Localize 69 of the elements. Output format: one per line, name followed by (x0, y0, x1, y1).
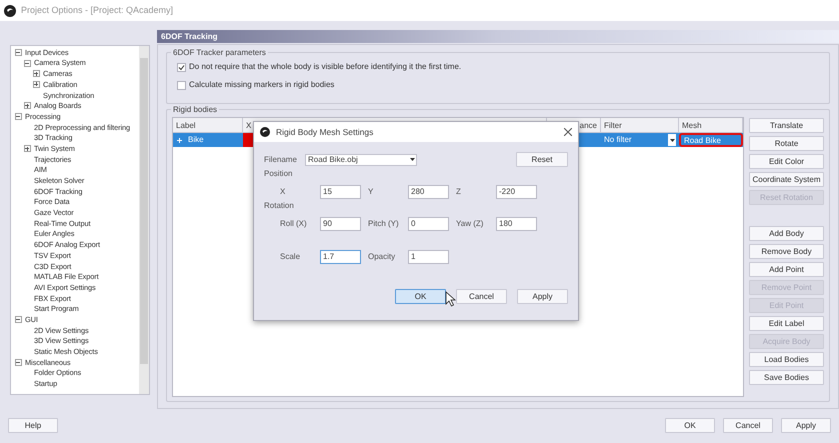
collapse-icon[interactable] (14, 48, 22, 56)
section-label: Position (264, 168, 294, 180)
column-header[interactable]: Mesh (679, 118, 743, 132)
expand-icon[interactable] (32, 80, 40, 88)
checkbox[interactable] (177, 80, 186, 90)
column-header[interactable]: Label (173, 118, 243, 132)
dialog-title: Rigid Body Mesh Settings (276, 126, 374, 138)
window-title: Project Options - [Project: QAcademy] (21, 4, 174, 17)
scrollbar[interactable] (139, 46, 149, 394)
dropdown[interactable]: No filter (601, 133, 679, 147)
expand-icon[interactable] (32, 70, 40, 78)
button[interactable]: Load Bodies (749, 352, 824, 367)
button[interactable]: Cancel (456, 289, 507, 304)
button[interactable]: Apply (781, 418, 831, 433)
collapse-icon[interactable] (24, 60, 30, 67)
cursor-icon (445, 291, 456, 307)
caret-icon (410, 158, 414, 161)
page-header: 6DOF Tracking (157, 30, 839, 43)
checkbox[interactable] (177, 62, 186, 72)
button[interactable]: Remove Body (749, 244, 824, 259)
button[interactable]: Reset (516, 152, 568, 167)
button[interactable]: Save Bodies (749, 370, 824, 385)
collapse-icon[interactable] (14, 316, 22, 324)
column-header[interactable]: Filter (601, 118, 679, 132)
expand-icon[interactable] (24, 102, 30, 110)
text-field[interactable]: 1.7 (320, 250, 361, 264)
field-label: X (280, 186, 286, 198)
app-logo-icon (260, 127, 270, 137)
button[interactable]: Edit Label (749, 316, 824, 331)
field-label: Pitch (Y) (368, 218, 400, 230)
button[interactable]: OK (395, 289, 446, 304)
button[interactable]: Add Body (749, 226, 824, 241)
button[interactable]: Translate (749, 118, 824, 133)
button[interactable]: Coordinate System (749, 172, 824, 187)
text-field[interactable]: 180 (496, 217, 537, 231)
group-title: Rigid bodies (171, 104, 220, 116)
button[interactable]: Rotate (749, 136, 824, 151)
caret-icon (670, 138, 674, 142)
section-label: Rotation (264, 200, 295, 212)
button[interactable]: OK (665, 418, 715, 433)
dropdown[interactable]: Road Bike.obj (305, 154, 417, 166)
close-icon[interactable] (564, 128, 572, 136)
collapse-icon[interactable] (14, 358, 22, 366)
text-field[interactable]: 280 (408, 185, 449, 199)
text-field[interactable]: 15 (320, 185, 361, 199)
table-cell: Road Bike (679, 133, 743, 147)
collapse-icon[interactable] (14, 112, 22, 120)
field-label: Scale (280, 251, 302, 263)
button[interactable]: Cancel (723, 418, 773, 433)
checkbox-label: Calculate missing markers in rigid bodies (189, 79, 334, 91)
button[interactable]: Help (8, 418, 58, 433)
field-label: Yaw (Z) (456, 218, 484, 230)
text-field[interactable]: 0 (408, 217, 449, 231)
expand-icon[interactable] (24, 145, 30, 152)
text-field[interactable]: -220 (496, 185, 537, 199)
button[interactable]: Apply (517, 289, 568, 304)
button[interactable]: Add Point (749, 262, 824, 277)
text-field[interactable]: 1 (408, 250, 449, 264)
field-label: Y (368, 186, 374, 198)
group-title: 6DOF Tracker parameters (171, 47, 268, 59)
app-logo-icon (4, 4, 16, 16)
field-label: Roll (X) (280, 218, 308, 230)
field-label: Opacity (368, 251, 396, 263)
checkbox-label: Do not require that the whole body is visible before identifying it the first time. (189, 61, 462, 73)
text-field[interactable]: 90 (320, 217, 361, 231)
table-cell-text: Bike (188, 134, 204, 146)
field-label: Filename (264, 154, 298, 166)
field-label: Z (456, 186, 462, 198)
button[interactable]: Edit Color (749, 154, 824, 169)
